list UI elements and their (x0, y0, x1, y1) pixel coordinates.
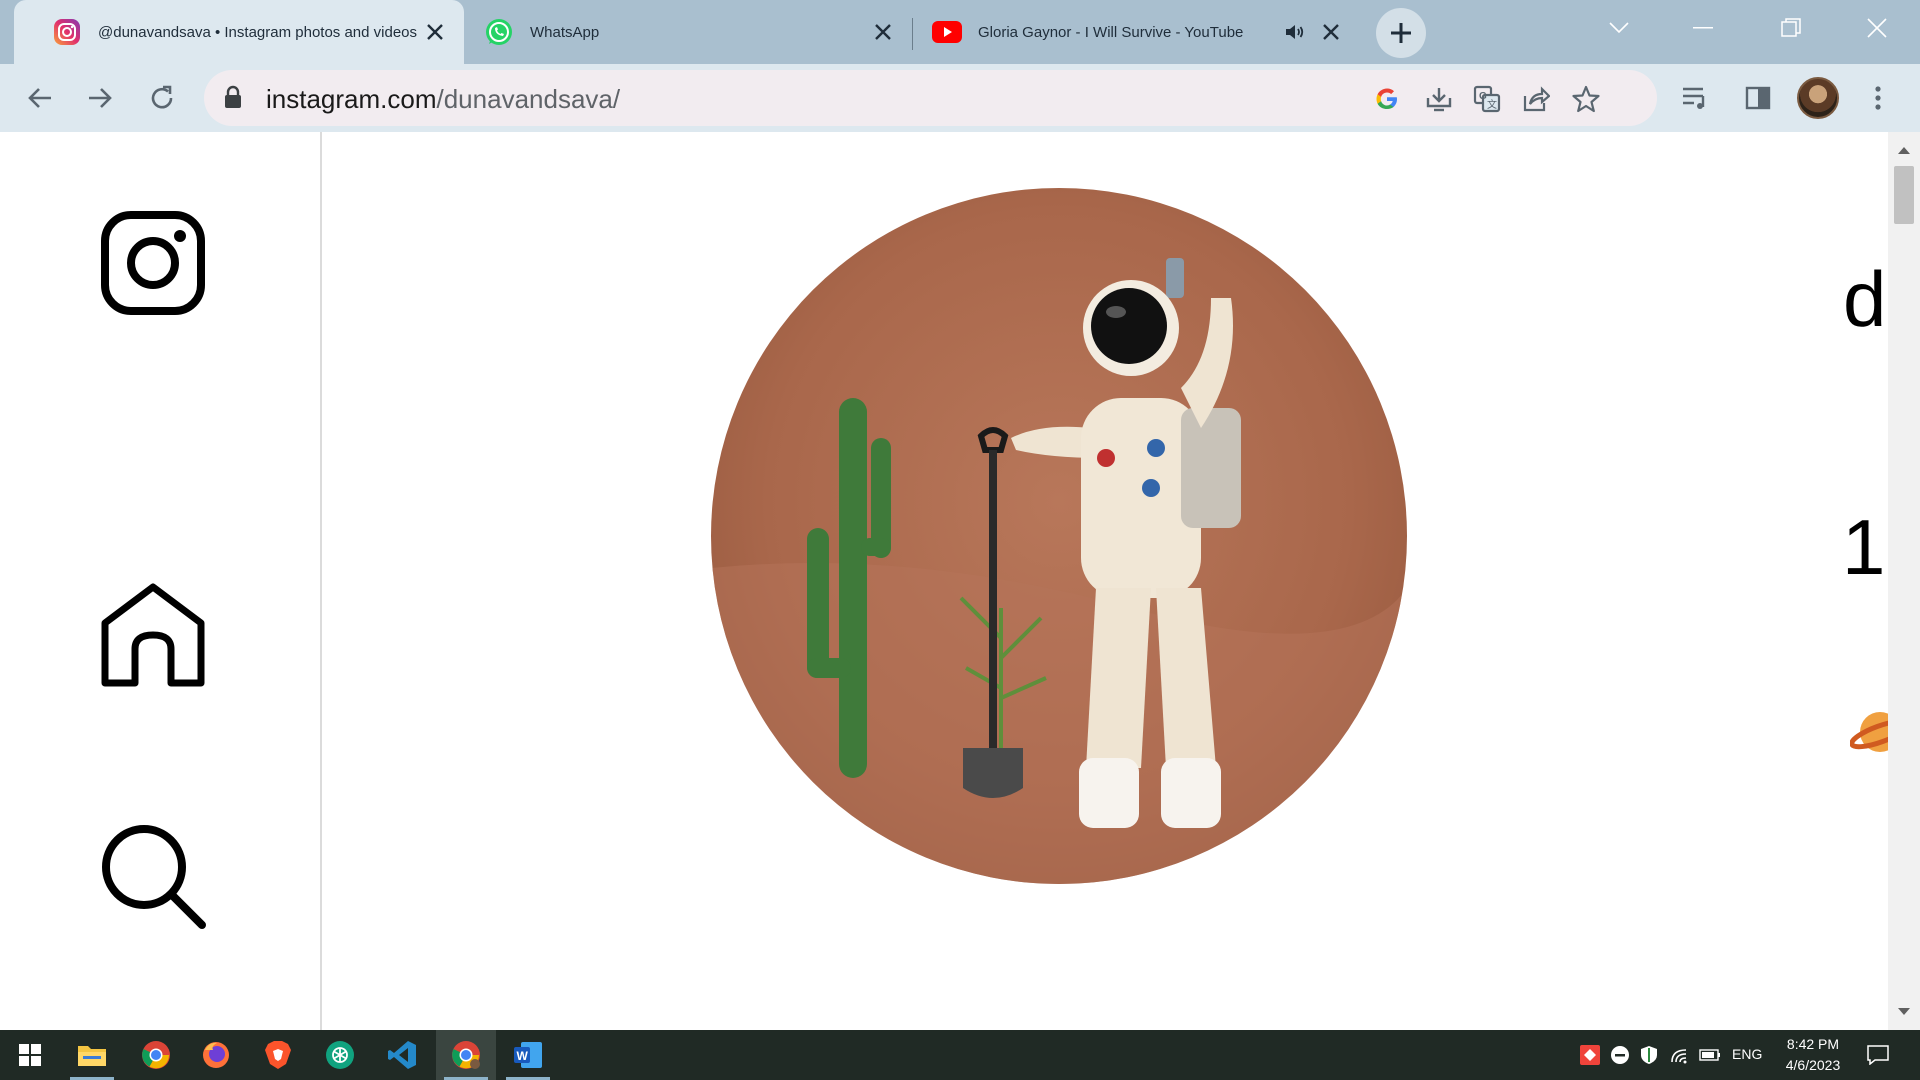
url-path: /dunavandsava/ (436, 84, 621, 114)
side-panel-icon[interactable] (1738, 78, 1778, 118)
scroll-up-icon[interactable] (1896, 142, 1912, 158)
close-icon[interactable] (868, 17, 898, 47)
reload-icon (151, 85, 173, 109)
search-icon[interactable] (100, 823, 206, 929)
arrow-right-icon (89, 88, 112, 108)
windows-taskbar: W ENG 8:42 PM 4/6/2023 (0, 1030, 1920, 1080)
close-window-button[interactable] (1842, 0, 1912, 56)
scroll-down-icon[interactable] (1896, 1004, 1912, 1020)
close-icon[interactable] (420, 17, 450, 47)
tab-title: WhatsApp (530, 23, 600, 41)
vscode-icon[interactable] (372, 1030, 432, 1080)
instagram-logo-icon[interactable] (100, 210, 206, 316)
clock[interactable]: 8:42 PM 4/6/2023 (1768, 1034, 1858, 1076)
media-controls-icon[interactable] (1676, 78, 1716, 118)
instagram-page: d 1, (0, 132, 1888, 1030)
start-button[interactable] (0, 1030, 60, 1080)
brave-icon[interactable] (248, 1030, 308, 1080)
url-domain: instagram.com (266, 84, 437, 114)
whatsapp-icon (484, 17, 514, 47)
svg-text:G: G (1479, 91, 1487, 102)
new-tab-button[interactable] (1376, 8, 1426, 58)
instagram-icon (52, 17, 82, 47)
url-text[interactable]: instagram.com/dunavandsava/ (266, 84, 620, 115)
lock-icon[interactable] (224, 85, 242, 114)
chatgpt-icon[interactable] (310, 1030, 370, 1080)
close-icon[interactable] (1316, 17, 1346, 47)
back-button[interactable] (20, 78, 60, 118)
tab-strip: @dunavandsava • Instagram photos and vid… (0, 0, 1920, 64)
windows-logo-icon (19, 1044, 41, 1066)
chrome-icon[interactable] (126, 1030, 186, 1080)
battery-icon[interactable] (1699, 1045, 1721, 1065)
tab-whatsapp[interactable]: WhatsApp (464, 0, 912, 64)
astronaut-photo (711, 188, 1407, 884)
install-app-icon[interactable] (1422, 82, 1456, 116)
browser-toolbar: instagram.com/dunavandsava/ G文 (0, 64, 1920, 132)
youtube-icon (932, 17, 962, 47)
menu-kebab-icon[interactable] (1858, 78, 1898, 118)
reload-button[interactable] (142, 78, 182, 118)
arrow-left-icon (28, 88, 51, 108)
forward-button[interactable] (80, 78, 120, 118)
tab-separator (912, 18, 913, 50)
page-scrollbar[interactable] (1888, 132, 1920, 1030)
word-icon[interactable]: W (498, 1030, 558, 1080)
notifications-icon[interactable] (1867, 1045, 1889, 1065)
clock-time: 8:42 PM (1786, 1036, 1840, 1052)
tab-title: Gloria Gaynor - I Will Survive - YouTube (978, 23, 1244, 41)
profile-username: d (1843, 255, 1887, 343)
chevron-down-icon (1609, 22, 1629, 34)
messenger-tray-icon[interactable] (1609, 1045, 1631, 1065)
speaker-icon[interactable] (1280, 17, 1310, 47)
translate-icon[interactable]: G文 (1470, 82, 1504, 116)
restore-button[interactable] (1756, 0, 1826, 56)
saturn-emoji (1849, 702, 1888, 762)
file-explorer-icon[interactable] (62, 1030, 122, 1080)
bookmark-star-icon[interactable] (1569, 82, 1603, 116)
security-shield-icon[interactable] (1638, 1045, 1660, 1065)
restore-icon (1781, 18, 1801, 37)
svg-text:W: W (517, 1049, 529, 1063)
wifi-icon[interactable] (1669, 1045, 1691, 1065)
tab-instagram[interactable]: @dunavandsava • Instagram photos and vid… (14, 0, 464, 64)
address-bar[interactable]: instagram.com/dunavandsava/ G文 (204, 70, 1657, 126)
profile-avatar[interactable] (1797, 77, 1839, 119)
google-icon[interactable] (1370, 82, 1404, 116)
profile-picture[interactable] (711, 188, 1407, 884)
close-icon (1867, 18, 1887, 38)
clock-date: 4/6/2023 (1785, 1057, 1841, 1073)
minimize-icon (1693, 27, 1713, 29)
chrome-active-icon[interactable] (436, 1030, 496, 1080)
anydesk-tray-icon[interactable] (1579, 1045, 1601, 1065)
scroll-thumb[interactable] (1894, 166, 1914, 224)
firefox-icon[interactable] (186, 1030, 246, 1080)
minimize-button[interactable] (1668, 0, 1738, 56)
svg-text:文: 文 (1487, 98, 1497, 111)
tab-search-button[interactable] (1584, 0, 1654, 56)
plus-icon (1391, 23, 1411, 43)
language-indicator[interactable]: ENG (1732, 1046, 1762, 1062)
tab-title: @dunavandsava • Instagram photos and vid… (98, 23, 418, 41)
home-icon[interactable] (100, 582, 206, 688)
share-icon[interactable] (1519, 82, 1553, 116)
tab-youtube[interactable]: Gloria Gaynor - I Will Survive - YouTube (914, 0, 1360, 64)
instagram-sidebar (0, 132, 322, 1030)
profile-stat: 1, (1842, 503, 1888, 591)
